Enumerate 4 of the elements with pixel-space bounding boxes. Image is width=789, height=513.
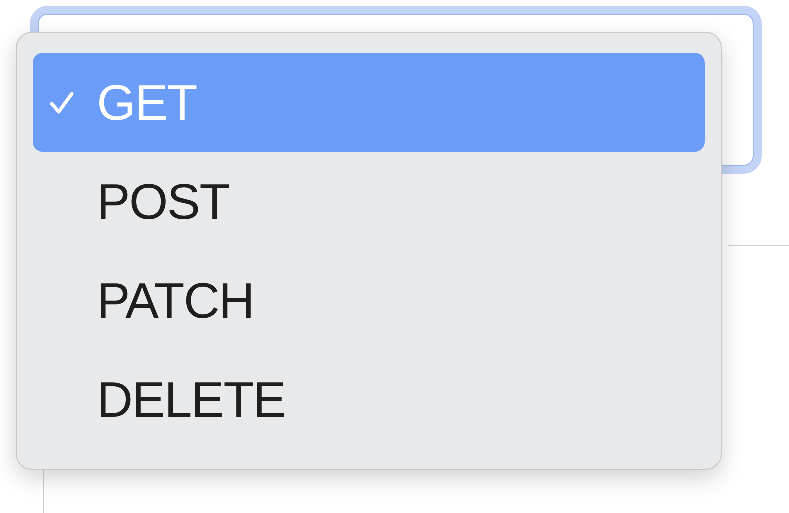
check-icon: [49, 90, 75, 116]
menu-item[interactable]: DELETE: [33, 350, 705, 449]
menu-item[interactable]: PATCH: [33, 251, 705, 350]
menu-item[interactable]: POST: [33, 152, 705, 251]
